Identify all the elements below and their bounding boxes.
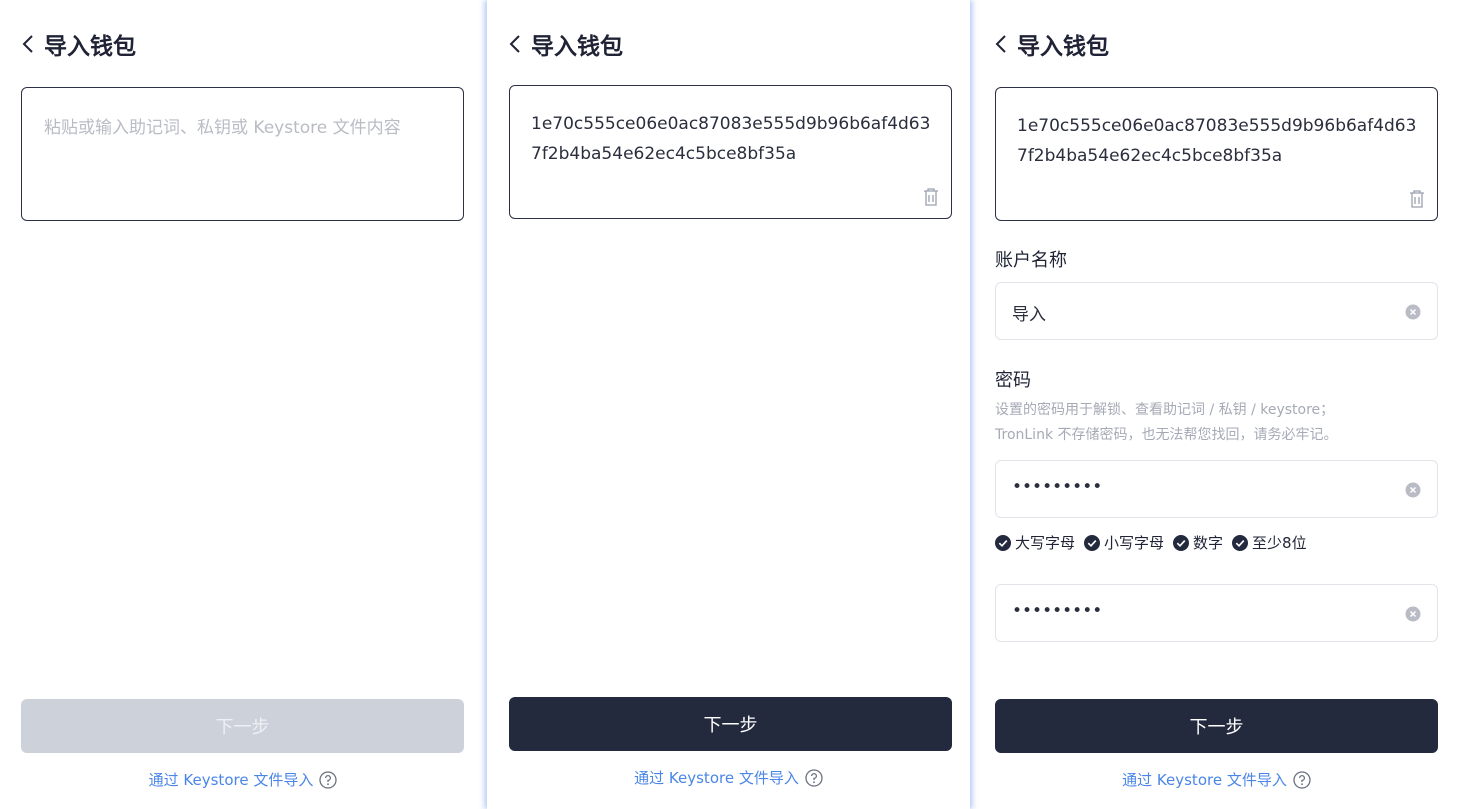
chevron-left-icon <box>995 35 1006 53</box>
check-circle-icon <box>1084 534 1101 551</box>
password-hint: 设置的密码用于解锁、查看助记词 / 私钥 / keystore； TronLin… <box>995 398 1415 448</box>
back-button[interactable] <box>18 29 38 59</box>
header: 导入钱包 <box>18 26 136 62</box>
back-button[interactable] <box>505 29 525 59</box>
next-button[interactable]: 下一步 <box>995 699 1438 753</box>
requirement-label: 至少8位 <box>1252 534 1307 552</box>
import-wallet-screen-empty: 导入钱包 粘贴或输入助记词、私钥或 Keystore 文件内容 下一步 通过 K… <box>0 0 486 809</box>
clear-icon[interactable] <box>1405 482 1421 498</box>
requirement-label: 数字 <box>1193 534 1224 552</box>
requirement-lowercase: 小写字母 <box>1084 532 1164 553</box>
account-name-value: 导入 <box>1012 305 1046 325</box>
password-hint-line2: TronLink 不存储密码，也无法帮您找回，请务必牢记。 <box>995 427 1338 443</box>
password-value: ••••••••• <box>1012 477 1103 497</box>
keystore-import-link[interactable]: 通过 Keystore 文件导入 <box>0 769 486 790</box>
back-button[interactable] <box>991 29 1011 59</box>
confirm-password-value: ••••••••• <box>1012 601 1103 621</box>
keystore-link-label: 通过 Keystore 文件导入 <box>634 769 799 787</box>
chevron-left-icon <box>509 35 520 53</box>
page-title: 导入钱包 <box>531 34 623 60</box>
private-key-value: 1e70c555ce06e0ac87083e555d9b96b6af4d637f… <box>531 114 931 164</box>
password-field[interactable]: ••••••••• <box>995 460 1438 518</box>
check-circle-icon <box>1232 534 1249 551</box>
header: 导入钱包 <box>505 26 623 62</box>
next-button[interactable]: 下一步 <box>21 699 464 753</box>
mnemonic-input[interactable]: 粘贴或输入助记词、私钥或 Keystore 文件内容 <box>21 87 464 221</box>
trash-icon[interactable] <box>1408 189 1426 209</box>
keystore-link-label: 通过 Keystore 文件导入 <box>1122 771 1287 789</box>
help-circle-icon <box>1293 770 1311 789</box>
check-circle-icon <box>1173 534 1190 551</box>
private-key-input[interactable]: 1e70c555ce06e0ac87083e555d9b96b6af4d637f… <box>995 87 1438 221</box>
account-name-label: 账户名称 <box>995 250 1067 271</box>
password-label: 密码 <box>995 370 1031 391</box>
confirm-password-field[interactable]: ••••••••• <box>995 584 1438 642</box>
private-key-value: 1e70c555ce06e0ac87083e555d9b96b6af4d637f… <box>1017 116 1417 166</box>
check-circle-icon <box>995 534 1011 551</box>
import-wallet-screen-password: 导入钱包 1e70c555ce06e0ac87083e555d9b96b6af4… <box>973 0 1460 809</box>
requirement-label: 小写字母 <box>1104 534 1165 552</box>
next-button[interactable]: 下一步 <box>509 697 952 751</box>
keystore-link-label: 通过 Keystore 文件导入 <box>148 771 314 789</box>
trash-icon[interactable] <box>922 187 940 207</box>
requirement-label: 大写字母 <box>1015 534 1076 552</box>
password-hint-line1: 设置的密码用于解锁、查看助记词 / 私钥 / keystore； <box>995 402 1335 418</box>
help-circle-icon <box>805 768 823 787</box>
page-title: 导入钱包 <box>1017 34 1109 60</box>
account-name-field[interactable]: 导入 <box>995 282 1438 340</box>
chevron-left-icon <box>22 35 33 53</box>
page-title: 导入钱包 <box>44 34 136 60</box>
keystore-import-link[interactable]: 通过 Keystore 文件导入 <box>487 767 970 788</box>
import-wallet-screen-filled: 导入钱包 1e70c555ce06e0ac87083e555d9b96b6af4… <box>487 0 970 809</box>
requirement-number: 数字 <box>1173 532 1223 553</box>
header: 导入钱包 <box>991 26 1109 62</box>
requirement-uppercase: 大写字母 <box>995 532 1075 553</box>
clear-icon[interactable] <box>1405 606 1421 622</box>
requirement-min-length: 至少8位 <box>1232 532 1307 553</box>
clear-icon[interactable] <box>1405 304 1421 320</box>
help-circle-icon <box>319 770 337 789</box>
private-key-input[interactable]: 1e70c555ce06e0ac87083e555d9b96b6af4d637f… <box>509 85 952 219</box>
password-requirements: 大写字母 小写字母 数字 至少8位 <box>995 532 1316 553</box>
keystore-import-link[interactable]: 通过 Keystore 文件导入 <box>973 769 1460 790</box>
mnemonic-placeholder: 粘贴或输入助记词、私钥或 Keystore 文件内容 <box>44 118 401 138</box>
